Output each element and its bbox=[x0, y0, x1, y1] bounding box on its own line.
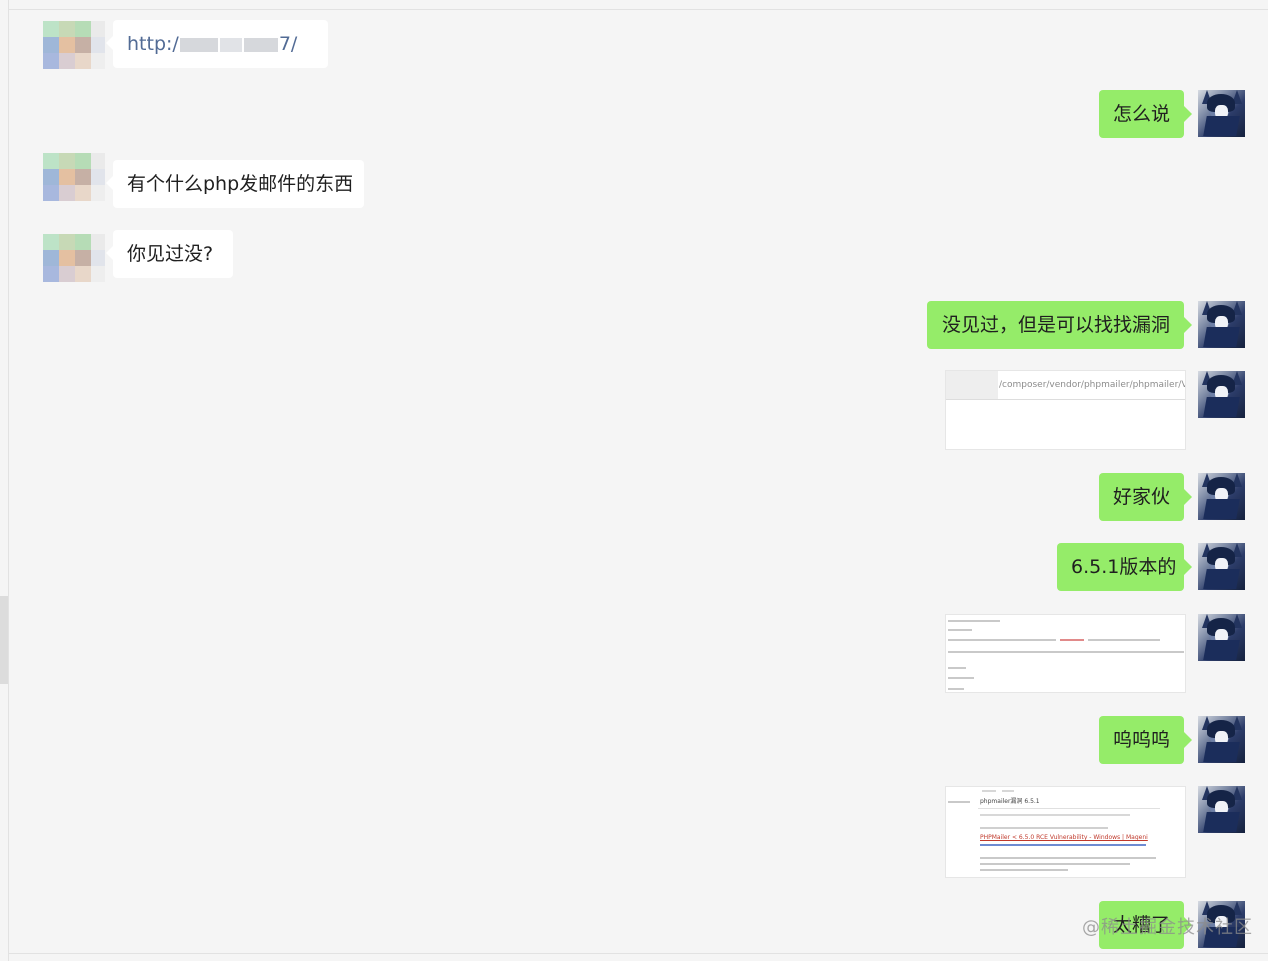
image-result-title: PHPMailer < 6.5.0 RCE Vulnerability - Wi… bbox=[980, 834, 1148, 841]
image-text-line bbox=[948, 620, 1000, 622]
redacted-block bbox=[946, 371, 998, 399]
image-text-line bbox=[948, 801, 970, 803]
image-divider bbox=[946, 399, 1185, 400]
message-text: 怎么说 bbox=[1113, 103, 1171, 125]
redacted-block bbox=[243, 37, 278, 52]
sent-message[interactable]: 怎么说 bbox=[1099, 90, 1192, 138]
image-text-line bbox=[948, 639, 1056, 641]
message-text: 呜呜呜 bbox=[1113, 729, 1171, 751]
top-border bbox=[9, 9, 1268, 10]
redacted-block bbox=[219, 37, 242, 52]
sent-image-message[interactable] bbox=[945, 614, 1186, 693]
image-text-line bbox=[980, 863, 1130, 865]
message-link-prefix[interactable]: http:/ bbox=[127, 33, 179, 55]
bottom-divider bbox=[9, 953, 1268, 954]
image-text-line bbox=[980, 857, 1156, 859]
image-divider bbox=[978, 808, 1160, 809]
watermark: @稀土掘金技术社区 bbox=[1082, 917, 1253, 938]
contact-avatar[interactable] bbox=[43, 21, 105, 71]
image-text-line bbox=[980, 844, 1146, 846]
sent-image-message[interactable]: phpmailer漏洞 6.5.1 PHPMailer < 6.5.0 RCE … bbox=[945, 786, 1186, 878]
sent-message[interactable]: 没见过，但是可以找找漏洞 bbox=[927, 301, 1192, 349]
user-avatar[interactable] bbox=[1198, 90, 1245, 137]
image-text-line bbox=[1060, 639, 1084, 641]
message-text: 6.5.1版本的 bbox=[1071, 556, 1177, 578]
message-text: 有个什么php发邮件的东西 bbox=[127, 173, 354, 195]
sent-message[interactable]: 好家伙 bbox=[1099, 473, 1192, 521]
user-avatar[interactable] bbox=[1198, 473, 1245, 520]
contact-avatar[interactable] bbox=[43, 234, 105, 284]
image-text-line bbox=[948, 688, 964, 690]
image-text-line bbox=[1088, 639, 1160, 641]
scrollbar[interactable] bbox=[0, 596, 8, 684]
message-text: 没见过，但是可以找找漏洞 bbox=[941, 314, 1170, 336]
sent-message[interactable]: 6.5.1版本的 bbox=[1057, 543, 1192, 591]
left-border bbox=[8, 0, 9, 961]
message-text: 好家伙 bbox=[1113, 486, 1171, 508]
contact-avatar[interactable] bbox=[43, 153, 105, 203]
image-text-line bbox=[980, 827, 1108, 829]
received-message[interactable]: 有个什么php发邮件的东西 bbox=[106, 160, 364, 208]
sent-message[interactable]: 呜呜呜 bbox=[1099, 716, 1192, 764]
received-message[interactable]: http:/ 7/ bbox=[106, 20, 328, 68]
user-avatar[interactable] bbox=[1198, 371, 1245, 418]
image-text-line bbox=[948, 677, 974, 679]
image-text-line bbox=[980, 869, 1068, 871]
image-tab-line bbox=[982, 790, 996, 792]
sent-image-message[interactable]: /composer/vendor/phpmailer/phpmailer/VER bbox=[945, 370, 1186, 450]
image-text-line bbox=[948, 651, 1184, 653]
message-text: 你见过没? bbox=[127, 243, 214, 265]
user-avatar[interactable] bbox=[1198, 543, 1245, 590]
user-avatar[interactable] bbox=[1198, 716, 1245, 763]
image-text-line bbox=[948, 629, 972, 631]
image-url-text: /composer/vendor/phpmailer/phpmailer/VER bbox=[999, 380, 1186, 390]
user-avatar[interactable] bbox=[1198, 614, 1245, 661]
user-avatar[interactable] bbox=[1198, 786, 1245, 833]
image-search-text: phpmailer漏洞 6.5.1 bbox=[980, 798, 1040, 805]
redacted-block bbox=[179, 37, 218, 52]
image-text-line bbox=[980, 814, 1130, 816]
image-text-line bbox=[948, 667, 966, 669]
image-tab-line bbox=[1002, 790, 1014, 792]
received-message[interactable]: 你见过没? bbox=[106, 230, 233, 278]
message-link-suffix[interactable]: 7/ bbox=[279, 33, 298, 55]
user-avatar[interactable] bbox=[1198, 301, 1245, 348]
